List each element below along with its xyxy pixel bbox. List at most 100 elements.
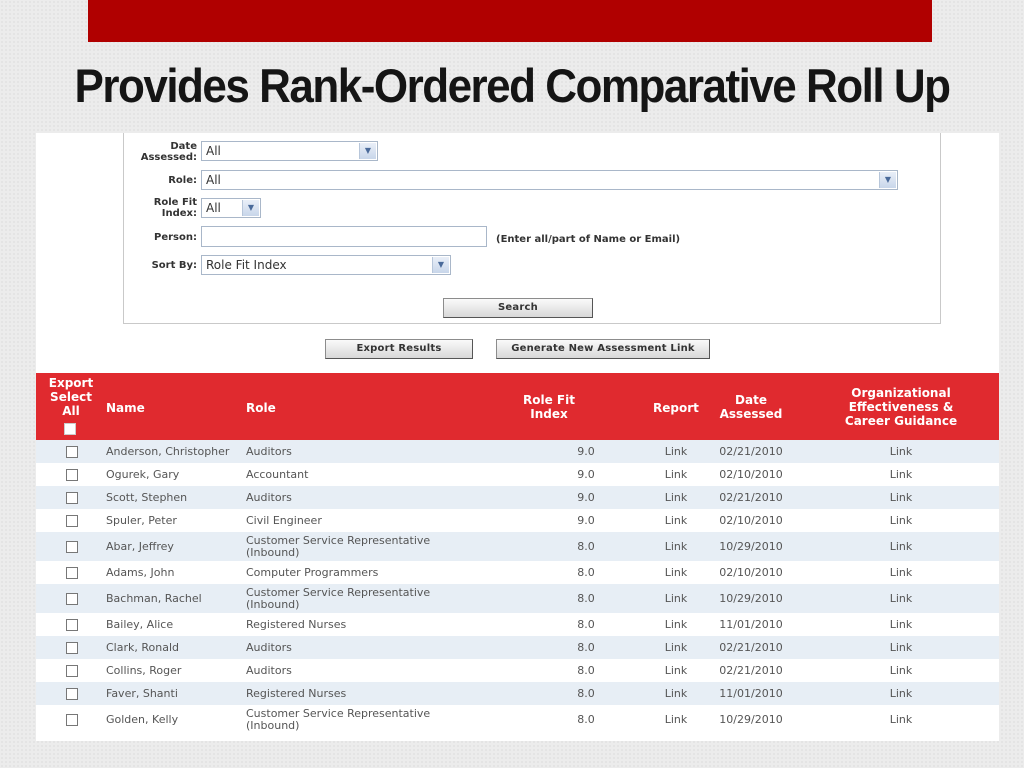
row-report-link[interactable]: Link (646, 440, 706, 463)
row-checkbox[interactable] (66, 687, 78, 700)
row-role: Civil Engineer (246, 513, 322, 527)
row-role-fit-index: 9.0 (577, 514, 595, 527)
row-date-assessed: 11/01/2010 (719, 687, 783, 700)
row-name: Adams, John (106, 566, 175, 579)
row-org-link[interactable]: Link (866, 561, 936, 584)
date-assessed-header[interactable]: Date Assessed (716, 393, 786, 421)
person-input[interactable] (201, 226, 487, 247)
row-report-link[interactable]: Link (646, 532, 706, 561)
row-org-link[interactable]: Link (866, 682, 936, 705)
chevron-down-icon[interactable]: ▼ (242, 200, 259, 216)
role-header[interactable]: Role (246, 401, 276, 415)
row-report-link[interactable]: Link (646, 584, 706, 613)
export-results-button[interactable]: Export Results (325, 339, 473, 359)
row-role-fit-index: 9.0 (577, 491, 595, 504)
row-role: Auditors (246, 663, 292, 677)
date-assessed-value: All (206, 144, 221, 158)
row-role: Auditors (246, 640, 292, 654)
row-role-fit-index: 8.0 (577, 641, 595, 654)
row-date-assessed: 02/21/2010 (719, 664, 783, 677)
results-table-header: Export Select All Name Role Role Fit Ind… (36, 373, 999, 440)
row-org-link[interactable]: Link (866, 440, 936, 463)
row-org-link[interactable]: Link (866, 584, 936, 613)
row-role: Computer Programmers (246, 565, 379, 579)
row-org-link[interactable]: Link (866, 636, 936, 659)
row-date-assessed: 02/21/2010 (719, 445, 783, 458)
sort-by-value: Role Fit Index (206, 258, 287, 272)
generate-assessment-link-button[interactable]: Generate New Assessment Link (496, 339, 710, 359)
row-role-fit-index: 8.0 (577, 687, 595, 700)
row-report-link[interactable]: Link (646, 463, 706, 486)
row-report-link[interactable]: Link (646, 705, 706, 734)
row-checkbox[interactable] (66, 664, 78, 677)
role-label: Role: (168, 175, 197, 186)
row-org-link[interactable]: Link (866, 659, 936, 682)
row-checkbox[interactable] (66, 468, 78, 481)
row-name: Abar, Jeffrey (106, 540, 174, 553)
row-checkbox[interactable] (66, 641, 78, 654)
table-row: Scott, Stephen Auditors 9.0 Link 02/21/2010 L… (36, 486, 999, 509)
role-fit-index-header[interactable]: Role Fit Index (514, 393, 584, 421)
row-report-link[interactable]: Link (646, 682, 706, 705)
row-checkbox[interactable] (66, 566, 78, 579)
chevron-down-icon[interactable]: ▼ (879, 172, 896, 188)
row-role-fit-index: 9.0 (577, 445, 595, 458)
row-org-link[interactable]: Link (866, 486, 936, 509)
row-report-link[interactable]: Link (646, 636, 706, 659)
name-header[interactable]: Name (106, 401, 145, 415)
row-checkbox[interactable] (66, 618, 78, 631)
row-name: Spuler, Peter (106, 514, 177, 527)
row-date-assessed: 02/21/2010 (719, 641, 783, 654)
chevron-down-icon[interactable]: ▼ (432, 257, 449, 273)
table-row: Anderson, Christopher Auditors 9.0 Link 02/2… (36, 440, 999, 463)
select-all-checkbox[interactable] (64, 423, 76, 435)
row-report-link[interactable]: Link (646, 509, 706, 532)
table-row: Ogurek, Gary Accountant 9.0 Link 02/10/2010 L… (36, 463, 999, 486)
search-button[interactable]: Search (443, 298, 593, 318)
row-org-link[interactable]: Link (866, 509, 936, 532)
row-report-link[interactable]: Link (646, 613, 706, 636)
role-fit-index-select[interactable]: All ▼ (201, 198, 261, 218)
results-table-body: Anderson, Christopher Auditors 9.0 Link 02/2… (36, 440, 999, 734)
row-checkbox[interactable] (66, 445, 78, 458)
row-date-assessed: 02/10/2010 (719, 468, 783, 481)
date-assessed-select[interactable]: All ▼ (201, 141, 378, 161)
row-date-assessed: 02/21/2010 (719, 491, 783, 504)
row-checkbox[interactable] (66, 540, 78, 553)
row-org-link[interactable]: Link (866, 705, 936, 734)
row-checkbox[interactable] (66, 592, 78, 605)
table-row: Spuler, Peter Civil Engineer 9.0 Link 02/10/… (36, 509, 999, 532)
row-date-assessed: 10/29/2010 (719, 592, 783, 605)
export-select-all-header: Export Select All (48, 376, 94, 418)
row-role: Accountant (246, 467, 309, 481)
row-role: Customer Service Representative (Inbound… (246, 533, 431, 559)
person-hint: (Enter all/part of Name or Email) (496, 234, 681, 245)
table-row: Golden, Kelly Customer Service Representa… (36, 705, 999, 734)
row-org-link[interactable]: Link (866, 532, 936, 561)
role-value: All (206, 173, 221, 187)
row-role: Registered Nurses (246, 686, 347, 700)
row-org-link[interactable]: Link (866, 613, 936, 636)
row-name: Faver, Shanti (106, 687, 178, 700)
role-select[interactable]: All ▼ (201, 170, 898, 190)
row-checkbox[interactable] (66, 514, 78, 527)
row-date-assessed: 10/29/2010 (719, 540, 783, 553)
sort-by-label: Sort By: (151, 260, 197, 271)
row-role-fit-index: 8.0 (577, 592, 595, 605)
row-report-link[interactable]: Link (646, 486, 706, 509)
row-name: Collins, Roger (106, 664, 182, 677)
row-role-fit-index: 8.0 (577, 664, 595, 677)
row-checkbox[interactable] (66, 713, 78, 726)
sort-by-select[interactable]: Role Fit Index ▼ (201, 255, 451, 275)
row-name: Clark, Ronald (106, 641, 179, 654)
row-report-link[interactable]: Link (646, 659, 706, 682)
row-checkbox[interactable] (66, 491, 78, 504)
chevron-down-icon[interactable]: ▼ (359, 143, 376, 159)
row-name: Bailey, Alice (106, 618, 174, 631)
role-fit-index-value: All (206, 201, 221, 215)
row-date-assessed: 11/01/2010 (719, 618, 783, 631)
row-name: Ogurek, Gary (106, 468, 180, 481)
row-report-link[interactable]: Link (646, 561, 706, 584)
row-name: Anderson, Christopher (106, 445, 230, 458)
row-org-link[interactable]: Link (866, 463, 936, 486)
